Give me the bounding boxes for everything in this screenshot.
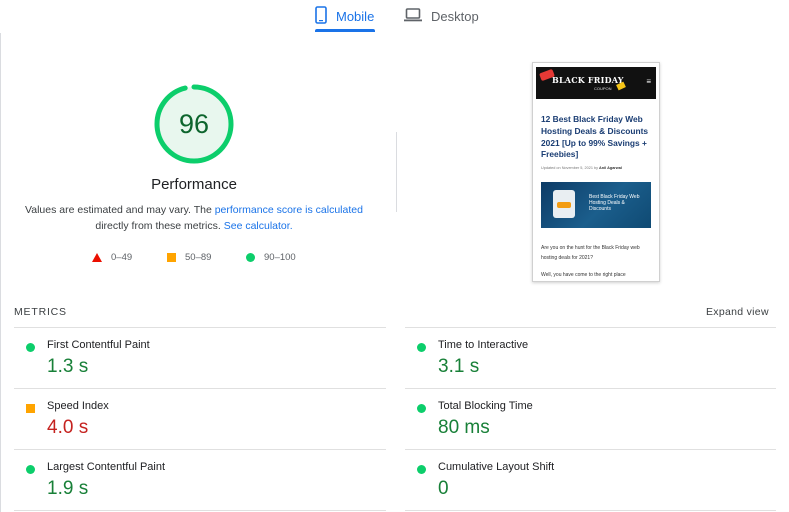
- metric-cumulative-layout-shift: Cumulative Layout Shift 0: [405, 450, 775, 510]
- red-triangle-icon: [92, 252, 102, 262]
- tab-desktop[interactable]: Desktop: [404, 0, 479, 33]
- legend-fail-label: 0–49: [111, 251, 133, 263]
- metric-value: 80 ms: [438, 417, 490, 438]
- price-tag-icon: [616, 81, 626, 91]
- performance-score-gauge: 96: [154, 84, 234, 164]
- metric-value: 3.1 s: [438, 356, 480, 377]
- legend-pass: 90–100: [246, 250, 296, 264]
- vertical-divider: [396, 132, 397, 212]
- metric-time-to-interactive: Time to Interactive 3.1 s: [405, 328, 775, 388]
- metric-name: Largest Contentful Paint: [47, 461, 166, 473]
- orange-square-icon: [167, 252, 176, 262]
- green-circle-icon: [417, 343, 426, 352]
- metrics-divider: [14, 510, 386, 511]
- metrics-heading: METRICS: [14, 306, 67, 318]
- performance-label: Performance: [151, 176, 237, 193]
- metric-name: Speed Index: [47, 400, 109, 412]
- thumbnail-logo-sub: COUPON: [594, 86, 612, 91]
- metric-name: First Contentful Paint: [47, 339, 150, 351]
- metric-value: 1.9 s: [47, 478, 89, 499]
- device-tabs: Mobile Desktop: [0, 0, 789, 33]
- thumbnail-body-text: Are you on the hunt for the Black Friday…: [541, 245, 640, 261]
- score-legend: 0–49 50–89 90–100: [0, 250, 400, 264]
- expand-view-button[interactable]: Expand view: [706, 306, 769, 318]
- metric-total-blocking-time: Total Blocking Time 80 ms: [405, 389, 775, 449]
- thumbnail-banner-text: Best Black Friday Web Hosting Deals & Di…: [589, 194, 640, 212]
- hamburger-menu-icon: ≡: [646, 77, 651, 86]
- thumbnail-body-text-2: Well, you have come to the right place: [541, 272, 626, 278]
- tab-mobile-label: Mobile: [336, 9, 375, 24]
- metric-value: 1.3 s: [47, 356, 89, 377]
- thumbnail-meta-prefix: Updated on November 5, 2021 by: [541, 166, 600, 170]
- metric-largest-contentful-paint: Largest Contentful Paint 1.9 s: [14, 450, 384, 510]
- green-circle-icon: [26, 343, 35, 352]
- metric-name: Cumulative Layout Shift: [438, 461, 555, 473]
- note-prefix: Values are estimated and may vary. The: [25, 204, 215, 216]
- see-calculator-link[interactable]: See calculator.: [224, 220, 293, 232]
- score-note: Values are estimated and may vary. The p…: [14, 202, 374, 234]
- tab-desktop-label: Desktop: [431, 9, 479, 24]
- legend-fail: 0–49: [92, 250, 132, 264]
- orange-square-icon: [26, 404, 35, 413]
- tab-mobile[interactable]: Mobile: [315, 0, 375, 33]
- thumbnail-meta: Updated on November 5, 2021 by Anil Agar…: [541, 166, 655, 170]
- green-circle-icon: [246, 252, 255, 262]
- legend-average-label: 50–89: [185, 251, 212, 263]
- thumbnail-banner-image: Best Black Friday Web Hosting Deals & Di…: [541, 182, 651, 228]
- mobile-phone-icon: [315, 6, 327, 27]
- thumbnail-site-header: BLACK FRIDAY COUPON ≡: [536, 67, 656, 99]
- thumbnail-logo-text: BLACK FRIDAY: [552, 75, 624, 85]
- thumbnail-article-title: 12 Best Black Friday Web Hosting Deals &…: [541, 114, 649, 160]
- performance-score-link[interactable]: performance score is calculated: [215, 204, 363, 216]
- green-circle-icon: [417, 465, 426, 474]
- metric-speed-index: Speed Index 4.0 s: [14, 389, 384, 449]
- server-icon: [553, 190, 575, 218]
- metric-name: Total Blocking Time: [438, 400, 533, 412]
- metric-first-contentful-paint: First Contentful Paint 1.3 s: [14, 328, 384, 388]
- final-screenshot-thumbnail[interactable]: BLACK FRIDAY COUPON ≡ 12 Best Black Frid…: [532, 62, 660, 282]
- laptop-icon: [404, 8, 422, 25]
- legend-average: 50–89: [167, 250, 211, 264]
- note-middle: directly from these metrics.: [95, 220, 224, 232]
- metric-value: 4.0 s: [47, 417, 89, 438]
- performance-score-value: 96: [178, 108, 210, 139]
- metric-name: Time to Interactive: [438, 339, 529, 351]
- green-circle-icon: [26, 465, 35, 474]
- metric-value: 0: [438, 478, 449, 499]
- thumbnail-author: Anil Agarwal: [599, 166, 622, 170]
- metrics-divider: [405, 510, 776, 511]
- green-circle-icon: [417, 404, 426, 413]
- left-border: [0, 33, 1, 512]
- legend-pass-label: 90–100: [264, 251, 296, 263]
